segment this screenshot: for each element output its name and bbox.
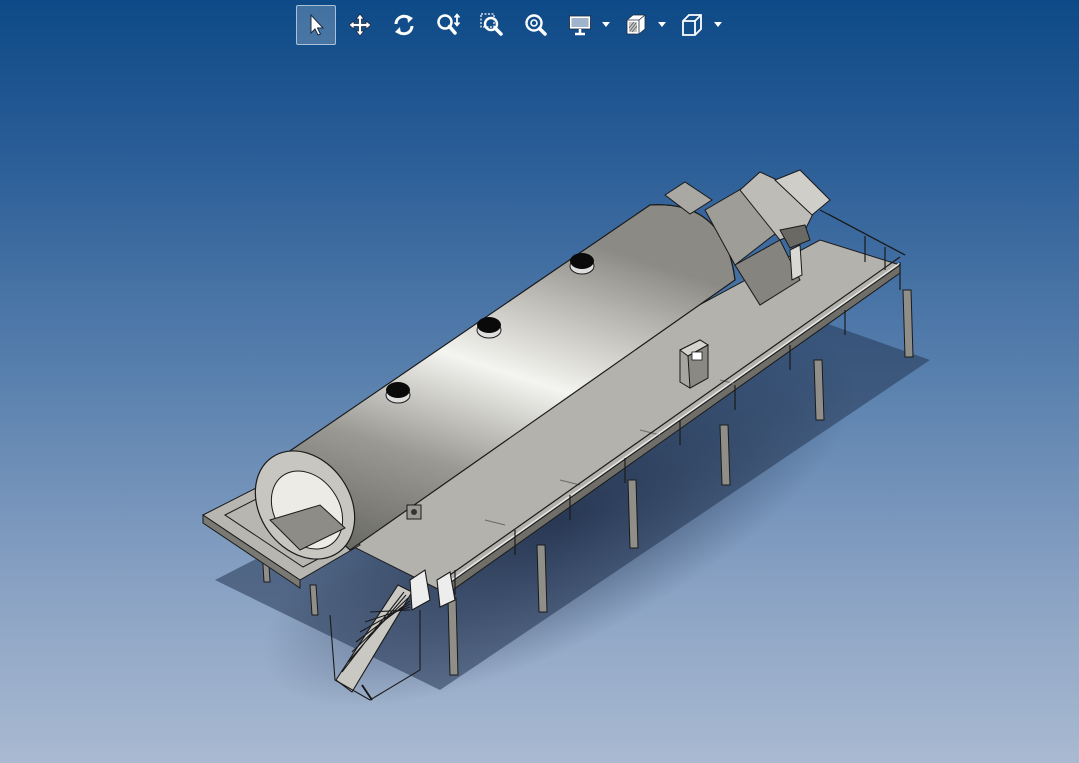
display-style-group bbox=[560, 5, 612, 45]
section-view-dropdown[interactable] bbox=[656, 5, 668, 45]
chevron-down-icon bbox=[714, 22, 722, 27]
view-orientation-dropdown[interactable] bbox=[712, 5, 724, 45]
pan-move-icon bbox=[348, 13, 372, 37]
view-cube-icon bbox=[682, 14, 702, 36]
zoom-fit-button[interactable] bbox=[516, 5, 556, 45]
3d-model-render[interactable] bbox=[0, 48, 1079, 763]
chevron-down-icon bbox=[658, 22, 666, 27]
3d-viewport[interactable] bbox=[0, 48, 1079, 763]
zoom-updown-icon bbox=[437, 13, 461, 35]
manhole bbox=[569, 253, 595, 275]
rotate-icon bbox=[394, 14, 414, 36]
rotate-tool-button[interactable] bbox=[384, 5, 424, 45]
view-orientation-group bbox=[672, 5, 724, 45]
view-orientation-button[interactable] bbox=[672, 5, 712, 45]
pan-tool-button[interactable] bbox=[340, 5, 380, 45]
section-view-button[interactable] bbox=[616, 5, 656, 45]
select-tool-button[interactable] bbox=[296, 5, 336, 45]
display-monitor-icon bbox=[569, 15, 591, 36]
zoom-tool-button[interactable] bbox=[428, 5, 468, 45]
drum-fitting bbox=[406, 504, 422, 520]
manhole bbox=[385, 382, 411, 404]
display-style-dropdown[interactable] bbox=[600, 5, 612, 45]
zoom-window-button[interactable] bbox=[472, 5, 512, 45]
display-style-button[interactable] bbox=[560, 5, 600, 45]
zoom-window-icon bbox=[480, 13, 503, 36]
chevron-down-icon bbox=[602, 22, 610, 27]
zoom-fit-icon bbox=[525, 14, 547, 36]
manhole bbox=[476, 317, 502, 339]
section-view-icon bbox=[626, 14, 646, 35]
view-toolbar bbox=[296, 4, 724, 46]
select-arrow-icon bbox=[310, 13, 325, 36]
section-view-group bbox=[616, 5, 668, 45]
